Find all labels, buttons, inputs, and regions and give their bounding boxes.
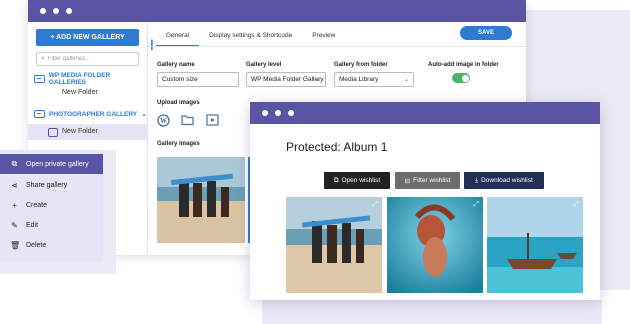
filter-wishlist-button[interactable]: ⊟ Filter wishlist	[395, 172, 460, 189]
menu-item-label: Open private gallery	[26, 160, 89, 168]
gallery-name-value: Custom size	[162, 76, 198, 83]
pencil-icon: ✎	[11, 220, 18, 230]
download-icon: ⤓	[475, 176, 479, 184]
settings-tabs: General Display settings & Shortcode Pre…	[156, 28, 345, 47]
window-dot-3	[66, 8, 72, 14]
menu-item-create[interactable]: + Create	[0, 195, 103, 215]
tabs-divider	[148, 46, 526, 47]
external-link-icon: ⧉	[11, 159, 18, 168]
menu-item-label: Delete	[26, 241, 47, 249]
download-wishlist-label: Download wishlist	[481, 177, 533, 184]
subfolder-new-folder-2-label: New Folder	[62, 128, 98, 135]
gallery-from-folder-select[interactable]: Media Library ⌄	[334, 72, 414, 87]
tab-general[interactable]: General	[156, 28, 200, 47]
gallery-icon	[48, 128, 58, 137]
filter-wishlist-label: Filter wishlist	[413, 177, 451, 184]
subfolder-new-folder-2[interactable]: New Folder	[28, 124, 148, 140]
chevron-down-icon: ⌄	[315, 77, 321, 83]
add-new-gallery-button[interactable]: + ADD NEW GALLERY	[36, 29, 139, 46]
window-dot-2	[275, 110, 281, 116]
expand-icon[interactable]: ⤢	[372, 201, 378, 209]
share-icon: ⋖	[11, 180, 18, 190]
window-titlebar	[28, 0, 526, 22]
gallery-from-folder-label: Gallery from folder	[334, 62, 388, 68]
video-icon[interactable]	[206, 114, 219, 129]
chevron-down-icon[interactable]: ⌄	[141, 110, 147, 118]
save-button[interactable]: SAVE	[460, 26, 512, 40]
gallery-images-label: Gallery images	[157, 141, 200, 147]
gallery-name-field[interactable]: Custom size	[157, 72, 239, 87]
window-dot-1	[40, 8, 46, 14]
folder-icon	[34, 110, 45, 118]
menu-item-edit[interactable]: ✎ Edit	[0, 215, 103, 235]
folder-photographer[interactable]: PHOTOGRAPHER GALLERY ⌄	[34, 110, 147, 118]
gallery-image-thumbnail[interactable]	[157, 157, 245, 243]
window-titlebar	[250, 102, 600, 124]
gallery-level-select[interactable]: WP Media Folder Gallery ⌄	[246, 72, 326, 87]
menu-item-delete[interactable]: 🗑 Delete	[0, 235, 103, 255]
wordpress-icon[interactable]: W	[157, 114, 170, 130]
download-wishlist-button[interactable]: ⤓ Download wishlist	[464, 172, 544, 189]
menu-item-open-private-gallery[interactable]: ⧉ Open private gallery	[0, 154, 103, 174]
expand-icon[interactable]: ⤢	[473, 201, 479, 209]
menu-item-label: Share gallery	[26, 181, 68, 189]
filter-galleries-field[interactable]: ⌕	[36, 52, 139, 66]
gallery-level-label: Gallery level	[246, 62, 282, 68]
open-wishlist-button[interactable]: ⧉ Open wishlist	[324, 172, 390, 189]
private-gallery-window: Protected: Album 1 ⧉ Open wishlist ⊟ Fil…	[250, 102, 600, 300]
filter-galleries-input[interactable]	[47, 56, 132, 62]
folder-wp-media-label: WP MEDIA FOLDER GALLERIES	[48, 72, 111, 86]
auto-add-toggle[interactable]	[452, 73, 470, 83]
tab-preview[interactable]: Preview	[302, 28, 345, 47]
menu-item-label: Create	[26, 201, 48, 209]
folder-wp-media[interactable]: WP MEDIA FOLDER GALLERIES	[34, 72, 147, 86]
trash-icon: 🗑	[10, 240, 21, 250]
open-wishlist-label: Open wishlist	[341, 177, 381, 184]
decorative-backdrop-bottom	[262, 300, 602, 324]
gallery-photo-surfers[interactable]: ⤢	[286, 197, 382, 293]
plus-icon: +	[12, 200, 17, 210]
window-dot-3	[288, 110, 294, 116]
window-dot-1	[262, 110, 268, 116]
filter-icon: ⊟	[404, 177, 411, 185]
gallery-name-label: Gallery name	[157, 62, 195, 68]
tab-display-settings[interactable]: Display settings & Shortcode	[199, 28, 302, 47]
expand-icon[interactable]: ⤢	[573, 201, 579, 209]
context-menu: ⧉ Open private gallery ⋖ Share gallery +…	[0, 150, 103, 262]
gallery-from-folder-value: Media Library	[339, 76, 379, 83]
menu-item-share-gallery[interactable]: ⋖ Share gallery	[0, 175, 103, 195]
folder-photographer-label: PHOTOGRAPHER GALLERY	[49, 110, 138, 118]
album-title: Protected: Album 1	[286, 140, 388, 154]
window-dot-2	[53, 8, 59, 14]
menu-item-label: Edit	[26, 221, 39, 229]
folder-open-icon[interactable]	[181, 114, 195, 129]
gallery-photo-underwater[interactable]: ⤢	[387, 197, 483, 293]
folder-icon	[34, 75, 45, 83]
upload-images-label: Upload images	[157, 100, 200, 106]
gallery-photo-boats[interactable]: ⤢	[487, 197, 583, 293]
search-icon: ⌕	[41, 55, 45, 62]
subfolder-new-folder-1[interactable]: New Folder	[62, 89, 98, 96]
auto-add-label: Auto-add image in folder	[428, 62, 499, 68]
svg-text:W: W	[160, 117, 167, 125]
gallery-level-value: WP Media Folder Gallery	[251, 76, 324, 83]
chevron-down-icon: ⌄	[403, 77, 409, 83]
external-link-icon: ⧉	[333, 176, 339, 184]
